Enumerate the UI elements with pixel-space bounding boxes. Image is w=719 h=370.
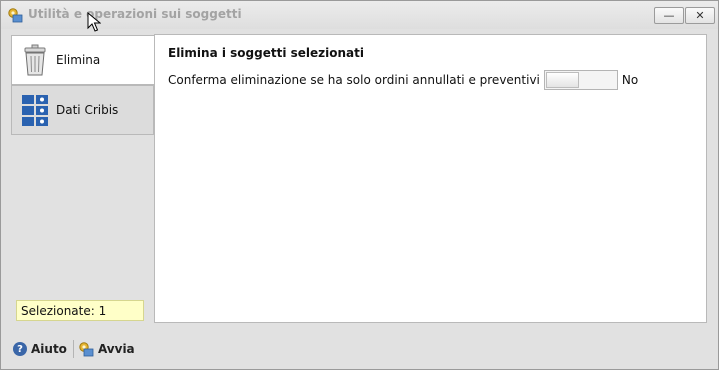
selected-count-label: Selezionate: 1: [21, 303, 107, 318]
gear-folder-icon: [8, 8, 23, 23]
start-label: Avvia: [97, 342, 135, 356]
confirm-row: Conferma eliminazione se ha solo ordini …: [168, 70, 638, 90]
confirm-toggle[interactable]: [543, 70, 618, 90]
tab-dati-cribis-label: Dati Cribis: [56, 103, 119, 117]
window-title: Utilità e operazioni sui soggetti: [28, 7, 242, 21]
minimize-icon: —: [663, 9, 675, 22]
title-bar[interactable]: Utilità e operazioni sui soggetti — ✕: [1, 1, 718, 32]
close-icon: ✕: [695, 9, 705, 22]
toggle-value: No: [621, 73, 639, 87]
close-button[interactable]: ✕: [685, 7, 715, 24]
mouse-cursor-icon: [87, 12, 101, 32]
footer-separator: [72, 340, 74, 358]
help-icon: ?: [13, 342, 27, 356]
tab-elimina-label: Elimina: [56, 53, 101, 67]
footer-toolbar: ? Aiuto Avvia: [13, 340, 135, 358]
gear-run-icon: [79, 342, 94, 357]
content-title: Elimina i soggetti selezionati: [168, 46, 364, 60]
confirm-label: Conferma eliminazione se ha solo ordini …: [168, 73, 540, 87]
minimize-button[interactable]: —: [654, 7, 684, 24]
help-label: Aiuto: [31, 342, 67, 356]
tab-dati-cribis[interactable]: Dati Cribis: [11, 85, 154, 135]
tab-elimina[interactable]: Elimina: [11, 35, 156, 85]
sidebar: Elimina Dati Cribis: [10, 33, 156, 323]
selected-count: Selezionate: 1: [16, 300, 144, 321]
trash-icon: [24, 44, 46, 76]
start-button[interactable]: Avvia: [78, 341, 135, 357]
dialog-window: Utilità e operazioni sui soggetti — ✕ El…: [0, 0, 719, 370]
help-button[interactable]: ? Aiuto: [13, 342, 67, 356]
toggle-knob[interactable]: [545, 72, 579, 88]
content-panel: Elimina i soggetti selezionati Conferma …: [154, 34, 707, 323]
grid-icon: [22, 95, 48, 126]
